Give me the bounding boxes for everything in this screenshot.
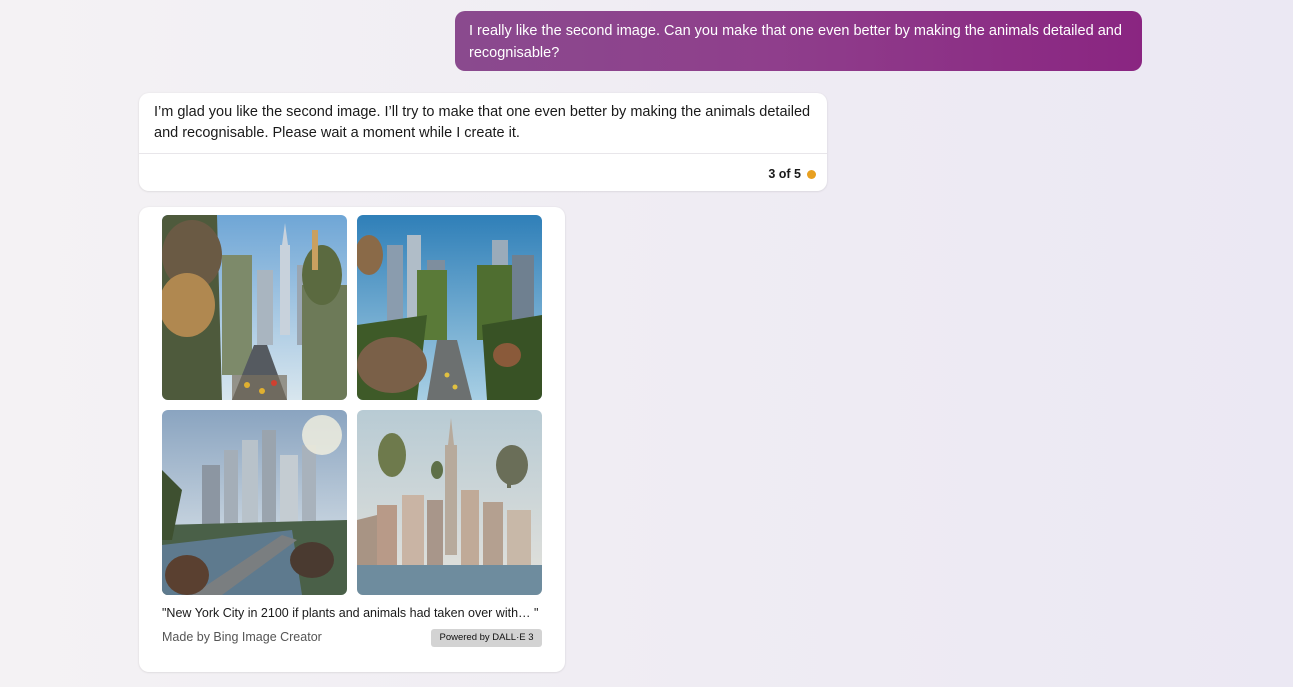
generated-image-3[interactable]	[162, 410, 347, 595]
city-skyline-animals-image	[357, 410, 542, 595]
powered-by-badge: Powered by DALL·E 3	[431, 629, 542, 647]
generated-image-2[interactable]	[357, 215, 542, 400]
bot-message-text: I’m glad you like the second image. I’ll…	[139, 93, 827, 154]
image-creator-attribution: Made by Bing Image Creator	[162, 630, 322, 644]
city-river-animals-image	[162, 410, 347, 595]
user-message-text: I really like the second image. Can you …	[469, 23, 1122, 61]
turn-counter: 3 of 5	[768, 167, 816, 181]
bot-message-bubble: I’m glad you like the second image. I’ll…	[139, 93, 827, 191]
turn-counter-label: 3 of 5	[768, 167, 801, 181]
city-jungle-animals-image	[162, 215, 347, 400]
city-jungle-animals-image	[357, 215, 542, 400]
status-dot-icon	[807, 170, 816, 179]
user-message-bubble: I really like the second image. Can you …	[455, 11, 1142, 71]
generated-image-1[interactable]	[162, 215, 347, 400]
image-prompt-caption[interactable]: "New York City in 2100 if plants and ani…	[162, 606, 538, 620]
generated-image-4[interactable]	[357, 410, 542, 595]
image-creator-card: "New York City in 2100 if plants and ani…	[139, 207, 565, 672]
